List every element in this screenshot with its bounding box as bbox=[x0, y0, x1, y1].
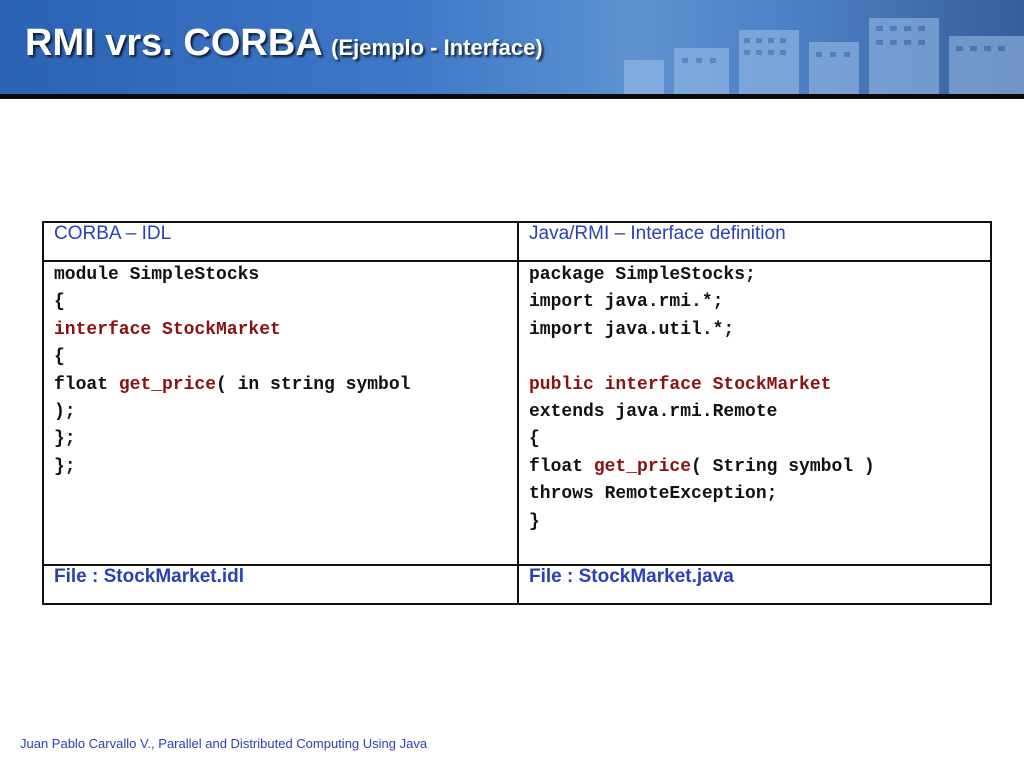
code-line: extends java.rmi.Remote bbox=[529, 402, 778, 423]
code-line: { bbox=[54, 347, 65, 368]
java-code-cell: package SimpleStocks; import java.rmi.*;… bbox=[517, 260, 992, 566]
file-java: File : StockMarket.java bbox=[517, 564, 992, 605]
title-banner: RMI vrs. CORBA (Ejemplo - Interface) bbox=[0, 0, 1024, 96]
code-token-keyword: get_price bbox=[118, 374, 217, 395]
code-token: float bbox=[54, 374, 119, 395]
code-line: { bbox=[54, 292, 65, 313]
header-java-rmi: Java/RMI – Interface definition bbox=[517, 221, 992, 262]
code-line: { bbox=[529, 429, 540, 450]
header-divider bbox=[0, 94, 1024, 99]
code-line: } bbox=[529, 511, 540, 532]
table-header-row: CORBA – IDL Java/RMI – Interface definit… bbox=[42, 221, 992, 262]
code-line: float get_price( String symbol ) bbox=[529, 454, 980, 481]
code-line: }; bbox=[54, 456, 76, 477]
title-subtitle: (Ejemplo - Interface) bbox=[331, 35, 543, 60]
slide-title: RMI vrs. CORBA (Ejemplo - Interface) bbox=[25, 22, 543, 65]
code-token: ( String symbol ) bbox=[691, 456, 875, 477]
code-line: }; bbox=[54, 429, 76, 450]
code-line: float get_price( in string symbol bbox=[54, 372, 507, 399]
code-line: module SimpleStocks bbox=[54, 265, 260, 285]
title-main: RMI vrs. CORBA bbox=[25, 22, 323, 64]
code-token-keyword: get_price bbox=[593, 456, 692, 477]
code-line: ); bbox=[54, 402, 76, 423]
comparison-table: CORBA – IDL Java/RMI – Interface definit… bbox=[42, 221, 992, 605]
city-buildings-image bbox=[624, 18, 1024, 96]
code-line-keyword: public interface StockMarket bbox=[529, 374, 832, 395]
code-line: throws RemoteException; bbox=[529, 484, 778, 505]
code-line: import java.rmi.*; bbox=[529, 292, 724, 313]
slide-footer: Juan Pablo Carvallo V., Parallel and Dis… bbox=[20, 736, 428, 751]
file-idl: File : StockMarket.idl bbox=[42, 564, 519, 605]
code-token: ( in string symbol bbox=[216, 374, 411, 395]
header-corba-idl: CORBA – IDL bbox=[42, 221, 519, 262]
idl-code-cell: module SimpleStocks { interface StockMar… bbox=[42, 260, 519, 566]
code-row: module SimpleStocks { interface StockMar… bbox=[42, 260, 992, 566]
code-line: package SimpleStocks; bbox=[529, 265, 756, 285]
code-line: import java.util.*; bbox=[529, 319, 735, 340]
code-token: float bbox=[529, 456, 594, 477]
file-row: File : StockMarket.idl File : StockMarke… bbox=[42, 564, 992, 605]
code-line-keyword: interface StockMarket bbox=[54, 319, 281, 340]
